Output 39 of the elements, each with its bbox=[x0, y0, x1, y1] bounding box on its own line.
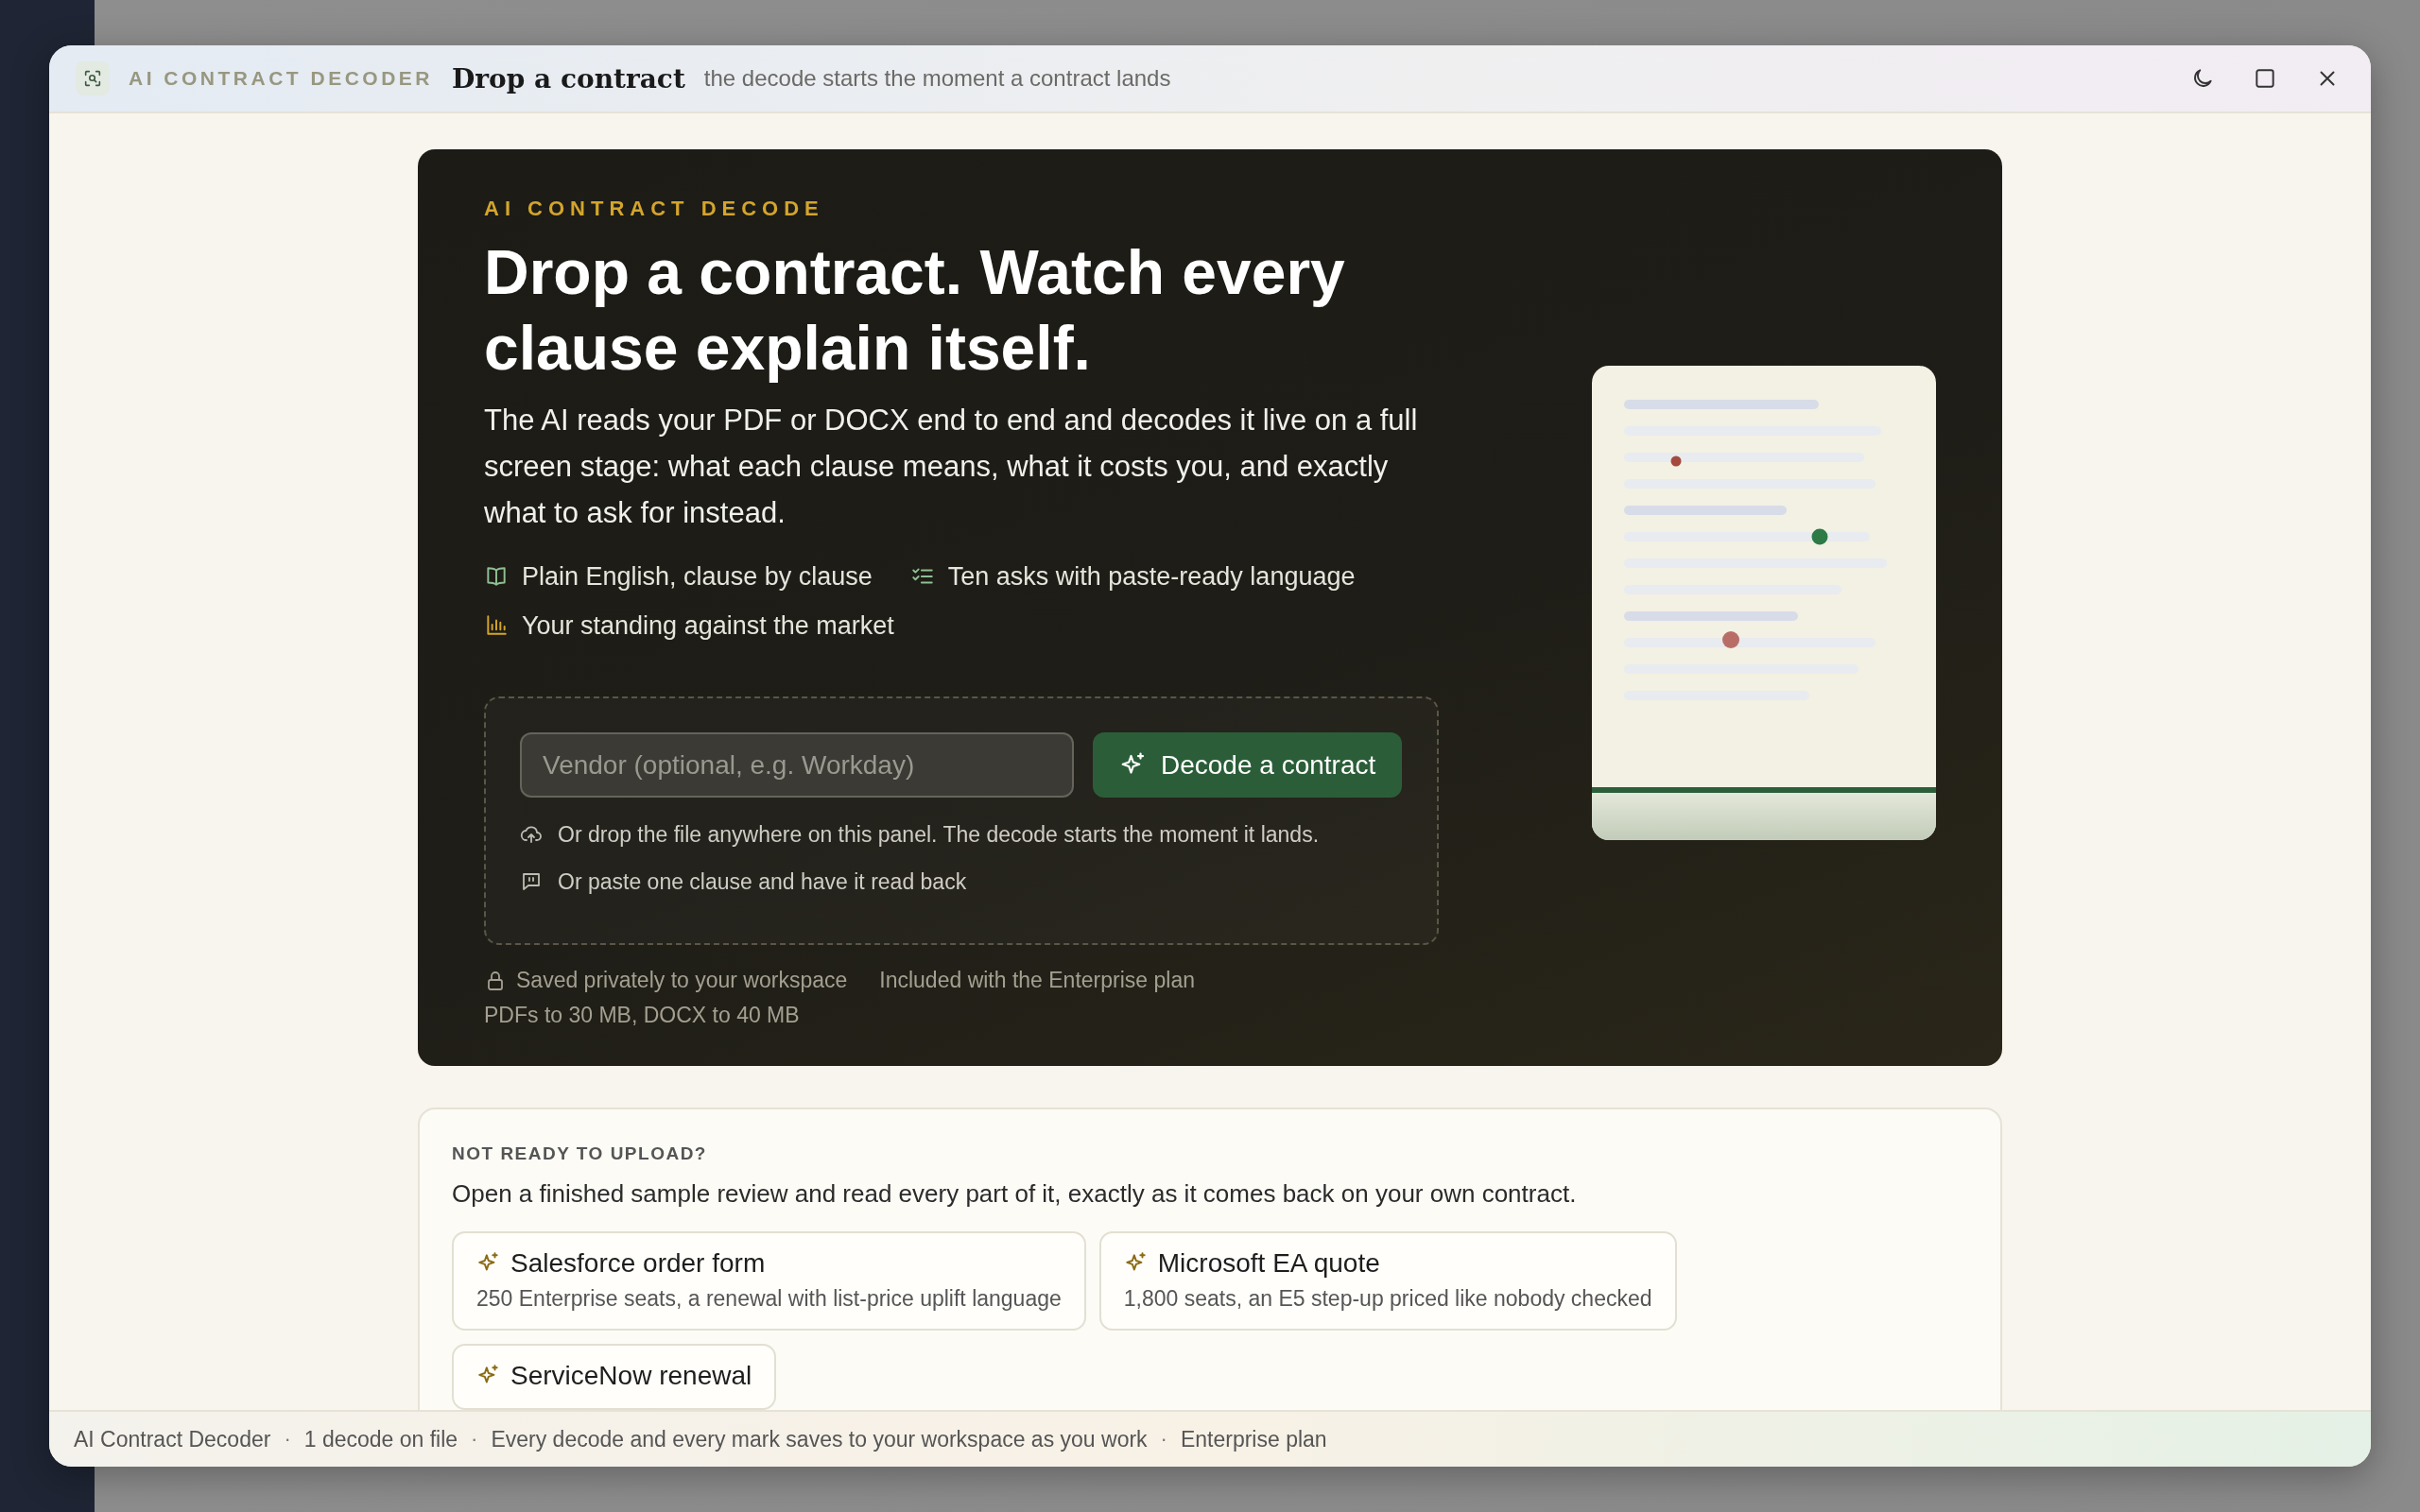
status-text: Enterprise plan bbox=[1180, 1426, 1327, 1452]
app-eyebrow: AI CONTRACT DECODER bbox=[129, 67, 433, 90]
sample-title: ServiceNow renewal bbox=[510, 1361, 752, 1391]
sample-detail: 1,800 seats, an E5 step-up priced like nobody checked bbox=[1123, 1286, 1652, 1312]
hero-headline: Drop a contract. Watch every clause explain itself. bbox=[484, 236, 1346, 385]
sample-card[interactable]: Salesforce order form 250 Enterprise seats, a renewal with list-price uplift language bbox=[452, 1231, 1086, 1331]
hero-eyebrow: AI CONTRACT DECODE bbox=[484, 197, 825, 221]
drop-zone[interactable]: Vendor (optional, e.g. Workday) Decode a contract Or drop the file anywhere on this panel. The decode starts the moment it lands. Or paste one clause and have it read back bbox=[484, 696, 1439, 945]
status-text: 1 decode on file bbox=[303, 1426, 458, 1452]
separator-dot: · bbox=[1160, 1427, 1167, 1452]
note-text: PDFs to 30 MB, DOCX to 40 MB bbox=[484, 1003, 800, 1028]
sample-card[interactable]: ServiceNow renewal bbox=[452, 1344, 777, 1410]
separator-dot: · bbox=[284, 1427, 291, 1452]
samples-eyebrow: NOT READY TO UPLOAD? bbox=[452, 1143, 708, 1164]
hint-text: Or paste one clause and have it read back bbox=[558, 868, 967, 895]
sample-detail: 250 Enterprise seats, a renewal with list-price uplift language bbox=[476, 1286, 1062, 1312]
speech-bubble-icon bbox=[520, 870, 543, 893]
window-title: Drop a contract bbox=[452, 62, 685, 94]
samples-intro: Open a finished sample review and read every part of it, exactly as it comes back on your own contract. bbox=[452, 1179, 1578, 1209]
status-text: Every decode and every mark saves to your workspace as you work bbox=[491, 1426, 1148, 1452]
feature-label: Ten asks with paste-ready language bbox=[947, 561, 1356, 592]
sample-card[interactable]: Microsoft EA quote 1,800 seats, an E5 step-up priced like nobody checked bbox=[1098, 1231, 1677, 1331]
sample-title: Microsoft EA quote bbox=[1157, 1248, 1380, 1279]
scan-icon bbox=[82, 68, 103, 89]
status-text: AI Contract Decoder bbox=[74, 1426, 271, 1452]
feature-label: Plain English, clause by clause bbox=[522, 561, 873, 592]
separator-dot: · bbox=[471, 1427, 478, 1452]
sample-title: Salesforce order form bbox=[510, 1248, 766, 1279]
feature-label: Your standing against the market bbox=[522, 610, 894, 641]
bar-chart-icon bbox=[484, 613, 509, 638]
maximize-icon bbox=[2253, 66, 2277, 91]
window-subtitle: the decode starts the moment a contract lands bbox=[703, 65, 1171, 92]
note-text: Saved privately to your workspace bbox=[516, 968, 848, 993]
cloud-upload-icon bbox=[520, 823, 543, 846]
hint-text: Or drop the file anywhere on this panel. The decode starts the moment it lands. bbox=[558, 821, 1320, 848]
note-text: Included with the Enterprise plan bbox=[879, 968, 1195, 993]
vendor-input-field[interactable]: Vendor (optional, e.g. Workday) bbox=[520, 732, 1074, 798]
hero-description: The AI reads your PDF or DOCX end to end and decodes it live on a full screen stage: what each clause means, what it costs you, and exactly what to ask for instead. bbox=[484, 403, 1419, 531]
decode-button[interactable]: Decode a contract bbox=[1093, 732, 1403, 798]
